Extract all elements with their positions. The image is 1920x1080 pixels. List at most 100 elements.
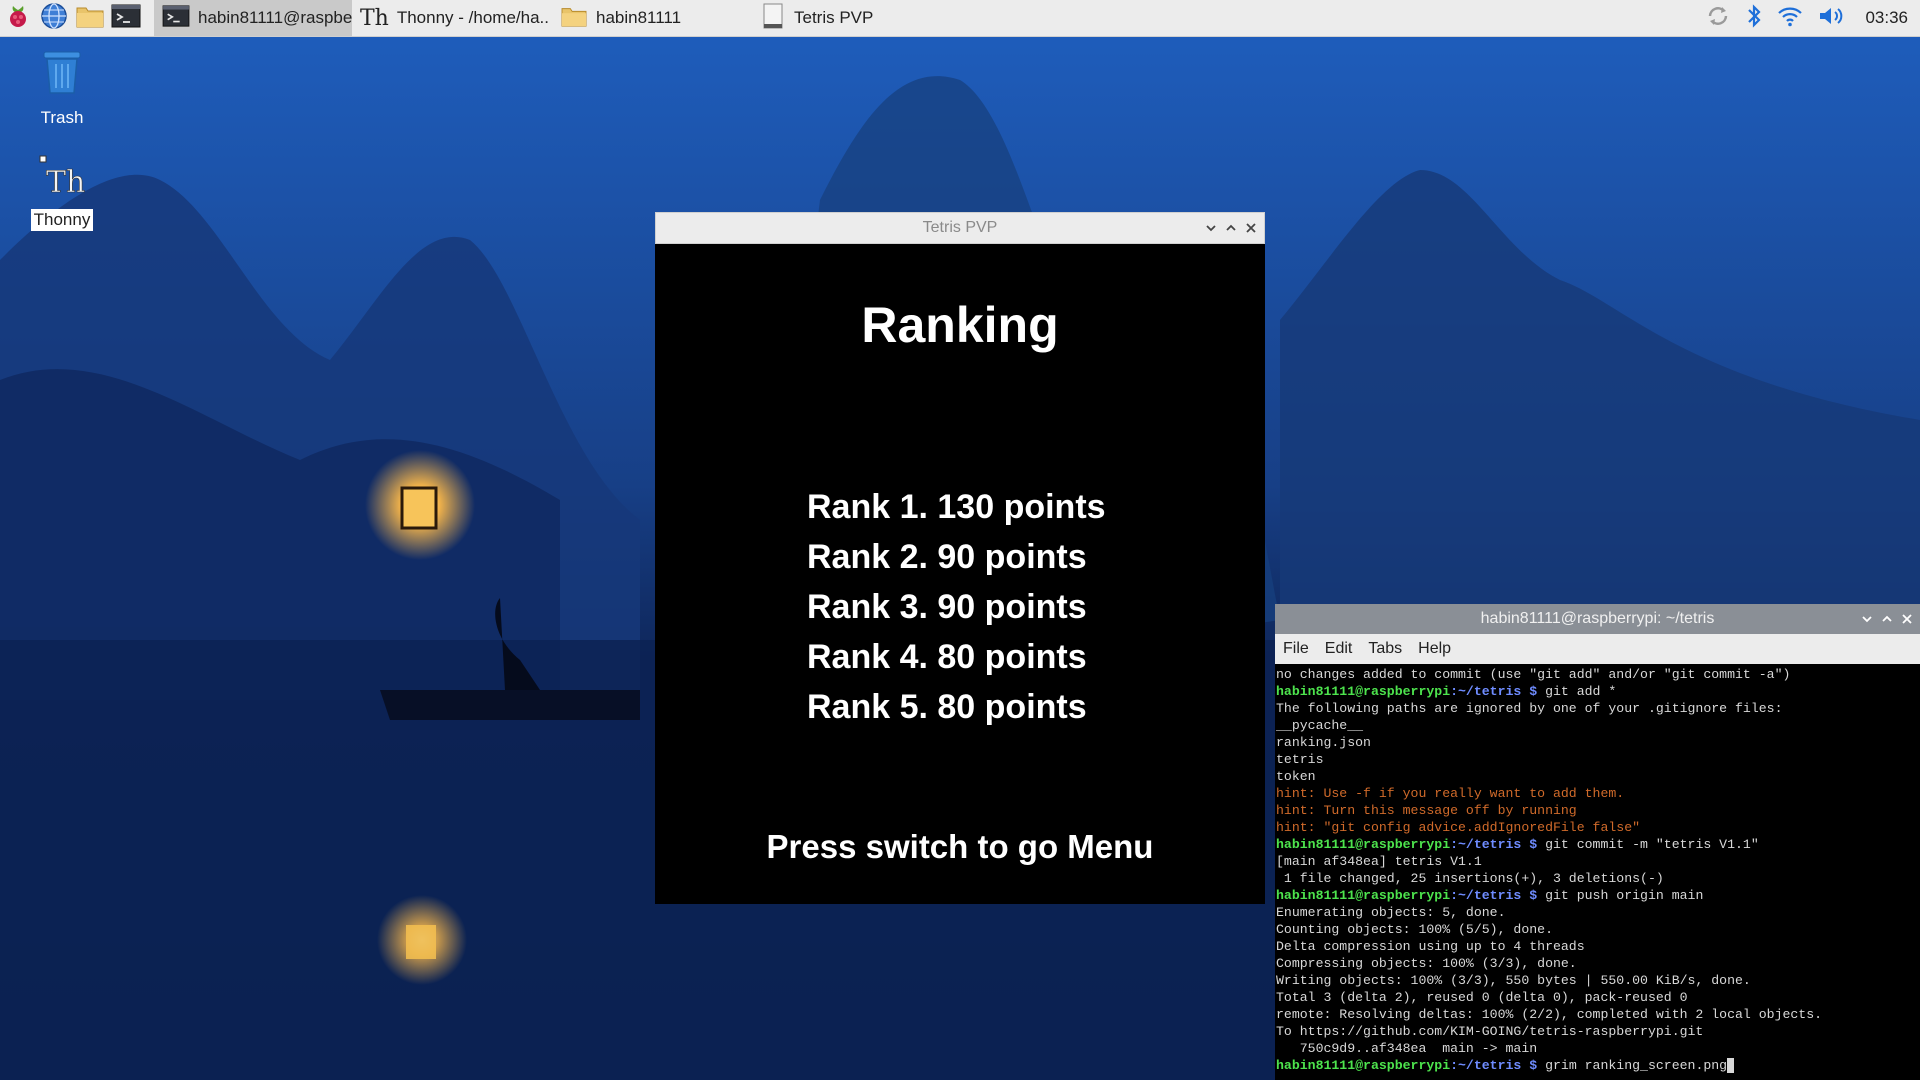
terminal-command-line: habin81111@raspberrypi:~/tetris $ grim r… [1276, 1057, 1920, 1074]
terminal-output-line: token [1276, 768, 1920, 785]
output-text: The following paths are ignored by one o… [1276, 701, 1783, 716]
taskbar-task-thonny[interactable]: Th Thonny - /home/ha.. [352, 0, 552, 36]
clock[interactable]: 03:36 [1865, 8, 1908, 28]
terminal-output-line: To https://github.com/KIM-GOING/tetris-r… [1276, 1023, 1920, 1040]
terminal-output-line: hint: Use -f if you really want to add t… [1276, 785, 1920, 802]
terminal-output-line: Compressing objects: 100% (3/3), done. [1276, 955, 1920, 972]
taskbar: habin81111@raspbe.. Th Thonny - /home/ha… [0, 0, 1920, 37]
sync-icon[interactable] [1705, 3, 1731, 34]
desktop-icon-thonny[interactable]: Th Thonny [16, 152, 108, 231]
command-text: git add * [1545, 684, 1617, 699]
system-tray: 03:36 [1705, 0, 1908, 36]
output-text: tetris [1276, 752, 1324, 767]
output-text: 750c9d9..af348ea main -> main [1276, 1041, 1538, 1056]
output-text: To https://github.com/KIM-GOING/tetris-r… [1276, 1024, 1704, 1039]
terminal-output-line: ranking.json [1276, 734, 1920, 751]
command-text: grim ranking_screen.png [1545, 1058, 1728, 1073]
prompt-path: :~/tetris $ [1450, 684, 1546, 699]
hint-text: hint: Use -f if you really want to add t… [1276, 786, 1625, 801]
close-icon[interactable] [1244, 221, 1258, 235]
rank-entry: Rank 2. 90 points [807, 538, 1087, 576]
hint-text: hint: Turn this message off by running [1276, 803, 1577, 818]
output-text: remote: Resolving deltas: 100% (2/2), co… [1276, 1007, 1823, 1022]
terminal-command-line: habin81111@raspberrypi:~/tetris $ git pu… [1276, 887, 1920, 904]
terminal-output-line: __pycache__ [1276, 717, 1920, 734]
output-text: no changes added to commit (use "git add… [1276, 667, 1791, 682]
terminal-output-line: tetris [1276, 751, 1920, 768]
rank-entry: Rank 5. 80 points [807, 688, 1087, 726]
prompt-user: habin81111@raspberrypi [1276, 837, 1451, 852]
desktop-icon-label: Trash [40, 108, 84, 127]
terminal-launcher[interactable] [108, 0, 144, 36]
web-browser-launcher[interactable] [36, 0, 72, 36]
output-text: [main af348ea] tetris V1.1 [1276, 854, 1482, 869]
maximize-icon[interactable] [1224, 221, 1238, 235]
terminal-menubar: File Edit Tabs Help [1275, 634, 1920, 664]
game-canvas[interactable]: Ranking Rank 1. 130 points Rank 2. 90 po… [655, 244, 1265, 904]
terminal-output-line: Counting objects: 100% (5/5), done. [1276, 921, 1920, 938]
hint-text: hint: "git config advice.addIgnoredFile … [1276, 820, 1641, 835]
window-titlebar[interactable]: Tetris PVP [655, 212, 1265, 244]
menu-file[interactable]: File [1275, 640, 1317, 658]
terminal-icon [111, 3, 141, 34]
terminal-output-line: Delta compression using up to 4 threads [1276, 938, 1920, 955]
raspberry-menu-button[interactable] [0, 0, 36, 36]
terminal-output-line: Writing objects: 100% (3/3), 550 bytes |… [1276, 972, 1920, 989]
desktop-icon-trash[interactable]: Trash [16, 44, 108, 129]
volume-icon[interactable] [1817, 4, 1845, 33]
prompt-path: :~/tetris $ [1450, 1058, 1546, 1073]
trash-icon [38, 44, 86, 101]
thonny-icon: Th [360, 5, 389, 31]
terminal-output-line: remote: Resolving deltas: 100% (2/2), co… [1276, 1006, 1920, 1023]
bluetooth-icon[interactable] [1745, 3, 1763, 34]
folder-icon [560, 4, 588, 33]
taskbar-task-tetris[interactable]: Tetris PVP [752, 0, 952, 36]
menu-help[interactable]: Help [1410, 640, 1459, 658]
window-controls [1204, 213, 1258, 243]
window-icon [760, 2, 786, 35]
output-text: Enumerating objects: 5, done. [1276, 905, 1506, 920]
tetris-window: Tetris PVP Ranking Rank 1. 130 points Ra… [655, 212, 1265, 904]
terminal-cursor [1727, 1058, 1735, 1074]
terminal-titlebar[interactable]: habin81111@raspberrypi: ~/tetris [1275, 604, 1920, 634]
output-text: Delta compression using up to 4 threads [1276, 939, 1585, 954]
terminal-output[interactable]: no changes added to commit (use "git add… [1275, 664, 1920, 1076]
menu-hint: Press switch to go Menu [766, 828, 1154, 865]
ranking-heading: Ranking [861, 297, 1059, 353]
thonny-icon: Th [38, 152, 86, 203]
terminal-output-line: The following paths are ignored by one o… [1276, 700, 1920, 717]
desktop-icon-label: Thonny [30, 209, 94, 231]
rank-entry: Rank 3. 90 points [807, 588, 1087, 626]
output-text: Compressing objects: 100% (3/3), done. [1276, 956, 1577, 971]
menu-tabs[interactable]: Tabs [1360, 640, 1410, 658]
svg-text:Th: Th [46, 165, 85, 198]
output-text: Total 3 (delta 2), reused 0 (delta 0), p… [1276, 990, 1688, 1005]
terminal-output-line: no changes added to commit (use "git add… [1276, 666, 1920, 683]
window-title: Tetris PVP [922, 219, 998, 236]
output-text: ranking.json [1276, 735, 1371, 750]
wifi-icon[interactable] [1777, 4, 1803, 33]
terminal-window: habin81111@raspberrypi: ~/tetris File Ed… [1275, 604, 1920, 1080]
minimize-icon[interactable] [1860, 612, 1874, 626]
task-label: habin81111@raspbe.. [198, 8, 352, 27]
terminal-command-line: habin81111@raspberrypi:~/tetris $ git co… [1276, 836, 1920, 853]
prompt-path: :~/tetris $ [1450, 837, 1546, 852]
terminal-command-line: habin81111@raspberrypi:~/tetris $ git ad… [1276, 683, 1920, 700]
window-controls [1860, 604, 1914, 634]
task-label: Thonny - /home/ha.. [396, 8, 549, 27]
rank-entry: Rank 4. 80 points [807, 638, 1087, 676]
prompt-user: habin81111@raspberrypi [1276, 1058, 1451, 1073]
minimize-icon[interactable] [1204, 221, 1218, 235]
file-manager-launcher[interactable] [72, 0, 108, 36]
output-text: token [1276, 769, 1316, 784]
output-text: Counting objects: 100% (5/5), done. [1276, 922, 1553, 937]
terminal-output-line: hint: Turn this message off by running [1276, 802, 1920, 819]
taskbar-task-file-manager[interactable]: habin81111 [552, 0, 752, 36]
maximize-icon[interactable] [1880, 612, 1894, 626]
taskbar-task-terminal[interactable]: habin81111@raspbe.. [154, 0, 352, 36]
terminal-output-line: Total 3 (delta 2), reused 0 (delta 0), p… [1276, 989, 1920, 1006]
task-label: habin81111 [596, 8, 682, 27]
menu-edit[interactable]: Edit [1317, 640, 1361, 658]
prompt-user: habin81111@raspberrypi [1276, 888, 1451, 903]
close-icon[interactable] [1900, 612, 1914, 626]
